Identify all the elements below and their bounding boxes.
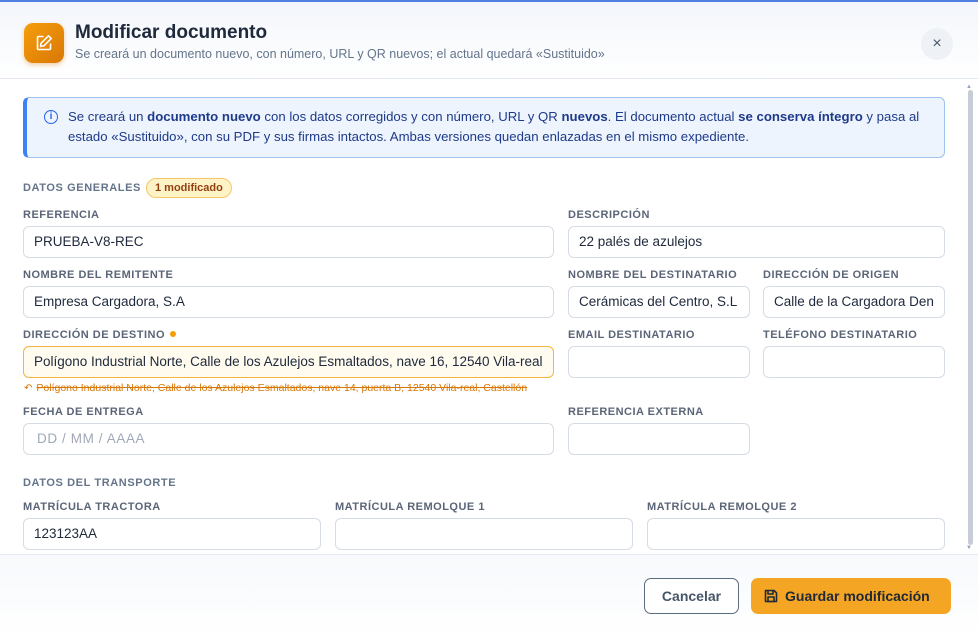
remolque1-label: MATRÍCULA REMOLQUE 1 — [335, 501, 485, 513]
destinatario-label: NOMBRE DEL DESTINATARIO — [568, 269, 738, 281]
destino-input[interactable]: Polígono Industrial Norte, Calle de los … — [23, 346, 554, 378]
tractora-label: MATRÍCULA TRACTORA — [23, 501, 161, 513]
modified-count-badge: 1 modificado — [146, 178, 232, 198]
origen-input[interactable]: Calle de la Cargadora Den — [763, 286, 945, 318]
remolque2-input[interactable] — [647, 518, 945, 550]
modified-dot — [170, 331, 177, 337]
email-input[interactable] — [568, 346, 750, 378]
fecha-input[interactable]: DD / MM / AAAA — [23, 423, 554, 455]
edit-icon — [24, 23, 64, 63]
scroll-down-arrow-icon[interactable]: ▼ — [966, 545, 972, 551]
fecha-label: FECHA DE ENTREGA — [23, 406, 144, 418]
modify-document-dialog: Modificar documento Se creará un documen… — [0, 0, 978, 633]
referencia-label: REFERENCIA — [23, 209, 100, 221]
remolque2-label: MATRÍCULA REMOLQUE 2 — [647, 501, 797, 513]
descripcion-label: DESCRIPCIÓN — [568, 209, 650, 221]
telefono-input[interactable] — [763, 346, 945, 378]
ref-externa-input[interactable] — [568, 423, 750, 455]
origen-label: DIRECCIÓN DE ORIGEN — [763, 269, 900, 281]
save-icon — [764, 589, 778, 603]
section-transport-title: DATOS DEL TRANSPORTE — [23, 477, 177, 489]
cancel-button[interactable]: Cancelar — [644, 578, 739, 614]
save-modification-button[interactable]: Guardar modificación — [751, 578, 951, 614]
info-notice: i Se creará un documento nuevo con los d… — [23, 97, 945, 158]
section-general-title: DATOS GENERALES — [23, 182, 141, 194]
ref-externa-label: REFERENCIA EXTERNA — [568, 406, 704, 418]
dialog-header: Modificar documento Se creará un documen… — [0, 2, 978, 80]
scrollbar-thumb[interactable] — [968, 90, 973, 545]
email-label: EMAIL DESTINATARIO — [568, 329, 695, 341]
scrollbar[interactable] — [967, 90, 974, 552]
destino-previous-value: ↶ Polígono Industrial Norte, Calle de los… — [24, 382, 528, 394]
destinatario-input[interactable]: Cerámicas del Centro, S.L — [568, 286, 750, 318]
dialog-subtitle: Se creará un documento nuevo, con número… — [75, 47, 605, 61]
close-icon: × — [932, 35, 942, 52]
dialog-title: Modificar documento — [75, 22, 268, 43]
close-button[interactable]: × — [921, 28, 953, 60]
save-button-label: Guardar modificación — [785, 588, 930, 604]
remitente-label: NOMBRE DEL REMITENTE — [23, 269, 174, 281]
descripcion-input[interactable]: 22 palés de azulejos — [568, 226, 945, 258]
header-divider — [0, 78, 978, 79]
referencia-input[interactable]: PRUEBA-V8-REC — [23, 226, 554, 258]
info-icon: i — [44, 110, 58, 124]
remitente-input[interactable]: Empresa Cargadora, S.A — [23, 286, 554, 318]
undo-icon: ↶ — [24, 383, 33, 394]
tractora-input[interactable]: 123123AA — [23, 518, 321, 550]
remolque1-input[interactable] — [335, 518, 633, 550]
destino-label: DIRECCIÓN DE DESTINO — [23, 329, 177, 341]
info-text: Se creará un documento nuevo con los dat… — [68, 109, 920, 144]
telefono-label: TELÉFONO DESTINATARIO — [763, 329, 918, 341]
